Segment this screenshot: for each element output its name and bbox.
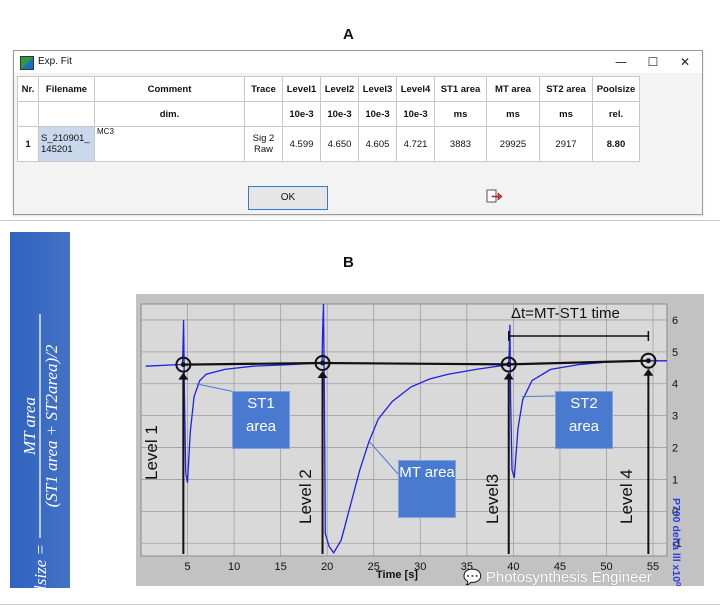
dt-annotation: Δt=MT-ST1 time	[511, 305, 620, 322]
level-2-label: Level 2	[296, 469, 315, 524]
column-header[interactable]: Level3	[358, 76, 397, 102]
watermark-text: Photosynthesis Engineer	[485, 569, 652, 586]
y-tick-label: 6	[672, 315, 678, 327]
poolsize-cell: 8.80	[592, 126, 640, 162]
unit-cell: 10e-3	[358, 101, 397, 127]
panel-a-label: A	[343, 26, 354, 43]
y-axis-label: P700 delta lll x10⁰	[670, 498, 682, 587]
st2-area-callout: ST2 area	[555, 391, 613, 449]
exp-fit-window: Exp. Fit — ☐ ✕ Nr. Filename Comment Trac…	[13, 50, 703, 215]
column-header[interactable]: Level1	[282, 76, 321, 102]
chart-svg: 5 10 15 20 25 30 35 40 45 50 55-10123456	[140, 303, 682, 573]
level3-cell: 4.605	[358, 126, 397, 162]
level-marker-dot	[180, 362, 186, 368]
unit-cell: ms	[434, 101, 487, 127]
minimize-button[interactable]: —	[610, 53, 632, 71]
p700-chart: 5 10 15 20 25 30 35 40 45 50 55 -1 0 1 2 3 4 5 6	[136, 294, 704, 586]
level-marker-dot	[320, 360, 326, 366]
formula-lhs: Poolsize =	[31, 544, 50, 588]
trace-cell[interactable]: Sig 2 Raw	[244, 126, 283, 162]
window-title: Exp. Fit	[38, 56, 72, 67]
column-header[interactable]: Poolsize	[592, 76, 640, 102]
column-header[interactable]: Comment	[94, 76, 245, 102]
divider-bottom	[0, 604, 720, 605]
column-header[interactable]: ST2 area	[539, 76, 593, 102]
title-bar: Exp. Fit — ☐ ✕	[14, 51, 702, 73]
header-row: Nr. Filename Comment Trace Level1 Level2…	[17, 76, 640, 102]
unit-cell	[17, 101, 39, 127]
app-icon	[20, 56, 34, 70]
divider-top	[0, 220, 720, 221]
comment-cell[interactable]: MC3	[94, 126, 245, 162]
export-arrow-icon[interactable]	[485, 187, 503, 205]
formula-numerator: MT area	[20, 397, 39, 456]
y-tick-label: 1	[672, 474, 678, 486]
x-axis-label: Time [s]	[376, 569, 418, 581]
column-header[interactable]: Level2	[320, 76, 359, 102]
level-marker-dot	[645, 358, 651, 364]
y-tick-label: 3	[672, 411, 678, 423]
panel-b-label: B	[343, 254, 354, 271]
level2-cell: 4.650	[320, 126, 359, 162]
level-marker-dot	[506, 361, 512, 367]
ok-button[interactable]: OK	[248, 186, 328, 210]
level-4-label: Level 4	[617, 469, 636, 524]
unit-cell	[244, 101, 283, 127]
column-header[interactable]: Filename	[38, 76, 95, 102]
y-tick-label: 5	[672, 347, 678, 359]
x-tick-label: 20	[321, 561, 333, 573]
st2-callout-pointer	[521, 395, 556, 398]
level1-cell: 4.599	[282, 126, 321, 162]
column-header[interactable]: Level4	[396, 76, 435, 102]
x-tick-label: 15	[275, 561, 287, 573]
poolsize-formula: MT area (ST1 area + ST2area)/2 Poolsize …	[10, 232, 70, 613]
level-3-label: Level3	[483, 473, 502, 524]
st2-area-cell: 2917	[539, 126, 593, 162]
chat-icon: 💬	[463, 568, 482, 586]
watermark: 💬 Photosynthesis Engineer	[463, 568, 652, 586]
unit-cell: 10e-3	[396, 101, 435, 127]
column-header[interactable]: Trace	[244, 76, 283, 102]
unit-cell: 10e-3	[320, 101, 359, 127]
level-1-label: Level 1	[142, 425, 161, 480]
unit-cell: ms	[486, 101, 540, 127]
mt-area-callout: MT area	[398, 460, 456, 518]
filename-cell[interactable]: S_210901_ 145201	[38, 126, 95, 162]
unit-cell: 10e-3	[282, 101, 321, 127]
y-tick-label: 4	[672, 379, 678, 391]
row-number: 1	[17, 126, 39, 162]
st1-area-cell: 3883	[434, 126, 487, 162]
results-table: Nr. Filename Comment Trace Level1 Level2…	[17, 76, 640, 162]
level4-cell: 4.721	[396, 126, 435, 162]
column-header[interactable]: ST1 area	[434, 76, 487, 102]
table-row[interactable]: 1 S_210901_ 145201 MC3 Sig 2 Raw 4.599 4…	[17, 126, 640, 162]
unit-cell: rel.	[592, 101, 640, 127]
unit-cell: ms	[539, 101, 593, 127]
formula-denominator: (ST1 area + ST2area)/2	[42, 344, 61, 507]
y-tick-label: 2	[672, 443, 678, 455]
close-button[interactable]: ✕	[674, 53, 696, 71]
column-header[interactable]: Nr.	[17, 76, 39, 102]
unit-cell	[38, 101, 95, 127]
column-header[interactable]: MT area	[486, 76, 540, 102]
unit-cell: dim.	[94, 101, 245, 127]
x-tick-label: 5	[184, 561, 190, 573]
x-tick-label: 10	[228, 561, 240, 573]
mt-area-cell: 29925	[486, 126, 540, 162]
units-row: dim. 10e-3 10e-3 10e-3 10e-3 ms ms ms re…	[17, 101, 640, 127]
st1-area-callout: ST1 area	[232, 391, 290, 449]
maximize-button[interactable]: ☐	[642, 53, 664, 71]
